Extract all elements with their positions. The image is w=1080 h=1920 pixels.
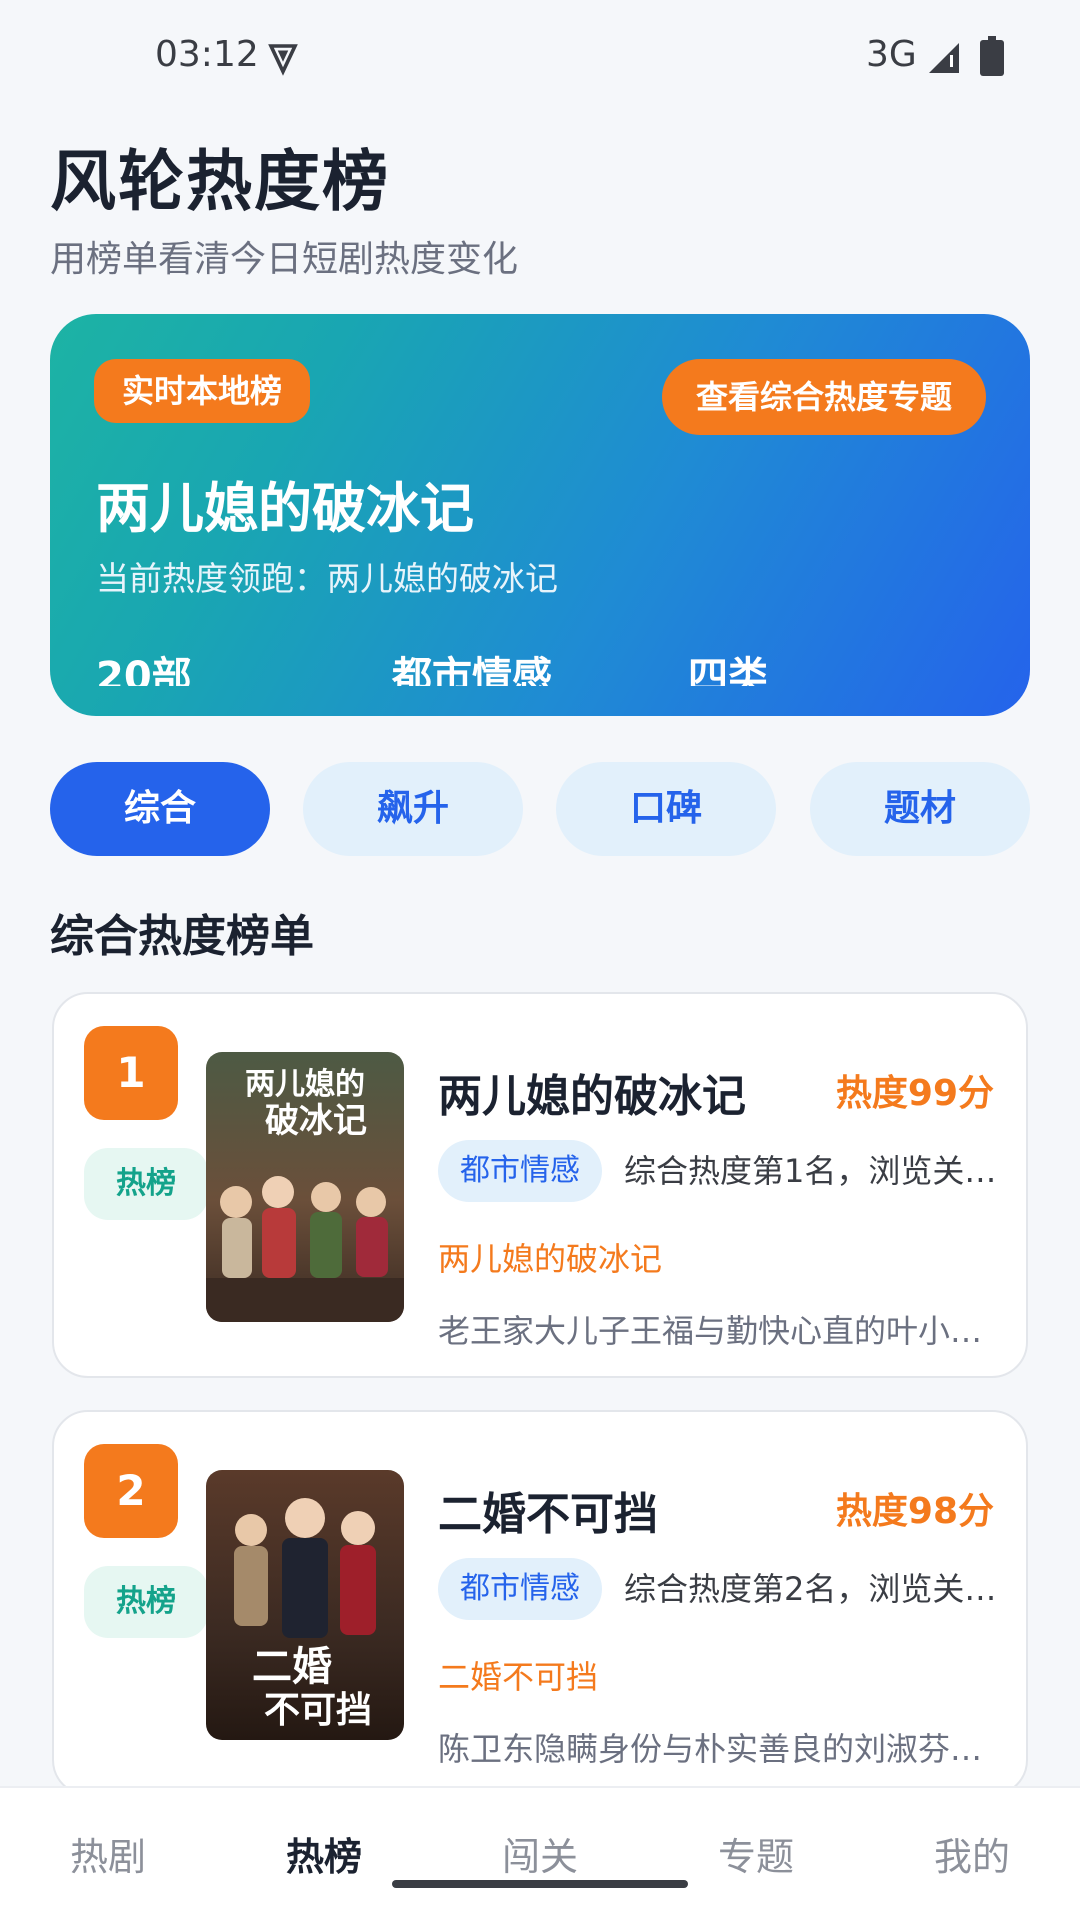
tab-overall[interactable]: 综合	[50, 762, 270, 856]
hot-tag: 热榜	[84, 1566, 208, 1638]
drama-poster[interactable]: 二婚 不可挡	[206, 1470, 404, 1740]
poster-image: 二婚 不可挡	[206, 1470, 404, 1740]
genre-chip: 都市情感	[438, 1558, 602, 1620]
ranking-tabs: 综合 飙升 口碑 题材	[50, 762, 1030, 856]
genre-chip: 都市情感	[438, 1140, 602, 1202]
poster-image: 两儿媳的 破冰记	[206, 1052, 404, 1322]
tab-genre[interactable]: 题材	[810, 762, 1030, 856]
ranking-item[interactable]: 2 热榜 二婚 不可挡 二婚不可挡 热度98分 都市情感 综合热度第2名，浏览关…	[52, 1410, 1028, 1796]
battery-icon	[980, 36, 1004, 76]
page-subtitle: 用榜单看清今日短剧热度变化	[50, 239, 519, 280]
rank-number: 2	[84, 1444, 178, 1538]
poster-title-line2: 不可挡	[264, 1689, 372, 1731]
drama-description: 陈卫东隐瞒身份与朴实善良的刘淑芬…	[438, 1730, 983, 1768]
bottom-nav: 热剧 热榜 闯关 专题 我的	[0, 1786, 1080, 1920]
nav-profile[interactable]: 我的	[864, 1826, 1080, 1881]
shield-icon	[268, 44, 298, 76]
heat-score: 热度98分	[835, 1491, 994, 1532]
drama-poster[interactable]: 两儿媳的 破冰记	[206, 1052, 404, 1322]
hot-tag: 热榜	[84, 1148, 208, 1220]
drama-description: 老王家大儿子王福与勤快心直的叶小…	[438, 1312, 983, 1350]
nav-challenge[interactable]: 闯关	[432, 1826, 648, 1881]
status-time: 03:12	[155, 34, 259, 75]
network-type: 3G	[866, 34, 917, 75]
hero-stat-count: 20部	[96, 654, 192, 686]
hero-badge: 实时本地榜	[94, 359, 311, 423]
poster-title-line1: 二婚	[252, 1643, 332, 1690]
page-title: 风轮热度榜	[50, 143, 390, 220]
ranking-meta: 综合热度第1名，浏览关注度领先	[624, 1152, 1000, 1190]
nav-hot-drama[interactable]: 热剧	[0, 1826, 216, 1881]
heat-score: 热度99分	[835, 1073, 994, 1114]
drama-title: 两儿媳的破冰记	[438, 1071, 746, 1122]
view-topic-button[interactable]: 查看综合热度专题	[661, 359, 986, 435]
hero-lead: 当前热度领跑：两儿媳的破冰记	[96, 559, 558, 598]
nav-hot-list[interactable]: 热榜	[216, 1826, 432, 1881]
hero-title: 两儿媳的破冰记	[96, 477, 474, 540]
hero-card[interactable]: 实时本地榜 查看综合热度专题 两儿媳的破冰记 当前热度领跑：两儿媳的破冰记 20…	[50, 314, 1030, 716]
poster-title-line2: 破冰记	[265, 1101, 367, 1141]
poster-title-line1: 两儿媳的	[245, 1067, 365, 1102]
drama-subtitle: 二婚不可挡	[438, 1658, 599, 1696]
hero-stat-genre: 都市情感	[392, 654, 552, 686]
status-bar: 03:12 3G	[0, 0, 1080, 110]
tab-reputation[interactable]: 口碑	[556, 762, 776, 856]
home-indicator[interactable]	[392, 1880, 688, 1888]
hero-stat-category: 四类	[688, 654, 768, 686]
ranking-item[interactable]: 1 热榜 两儿媳的 破冰记 两儿媳的破冰记 热度99分 都市情感 综合热度第1名…	[52, 992, 1028, 1378]
section-title: 综合热度榜单	[50, 911, 314, 962]
nav-topics[interactable]: 专题	[648, 1826, 864, 1881]
drama-subtitle: 两儿媳的破冰记	[438, 1240, 663, 1278]
signal-icon	[929, 43, 959, 73]
hero-stats: 20部 都市情感 四类	[96, 644, 996, 686]
ranking-meta: 综合热度第2名，浏览关注度领先	[624, 1570, 1000, 1608]
drama-title: 二婚不可挡	[438, 1489, 658, 1540]
tab-rising[interactable]: 飙升	[303, 762, 523, 856]
rank-number: 1	[84, 1026, 178, 1120]
